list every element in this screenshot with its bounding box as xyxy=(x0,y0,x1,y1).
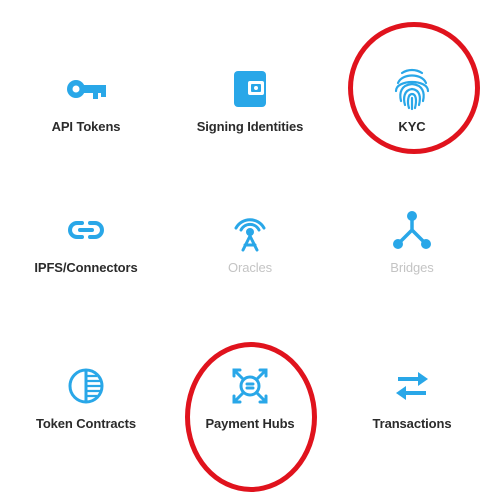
broadcast-tower-icon xyxy=(226,206,274,254)
network-fork-icon xyxy=(388,206,436,254)
tile-label: Transactions xyxy=(372,416,452,431)
tile-label: Signing Identities xyxy=(196,119,304,134)
tile-api-tokens[interactable]: API Tokens xyxy=(3,65,169,175)
tile-label: IPFS/Connectors xyxy=(34,260,138,275)
tile-label: KYC xyxy=(398,119,426,134)
key-icon xyxy=(62,65,110,113)
contract-circle-icon xyxy=(62,362,110,410)
fingerprint-icon xyxy=(388,65,436,113)
tile-label: API Tokens xyxy=(51,119,121,134)
tile-label: Oracles xyxy=(227,260,273,275)
tile-oracles[interactable]: Oracles xyxy=(167,206,333,316)
tile-ipfs-connectors[interactable]: IPFS/Connectors xyxy=(3,206,169,316)
link-icon xyxy=(62,206,110,254)
tile-kyc[interactable]: KYC xyxy=(329,65,495,175)
tile-label: Bridges xyxy=(390,260,434,275)
swap-arrows-icon xyxy=(388,362,436,410)
tile-transactions[interactable]: Transactions xyxy=(329,362,495,472)
tile-label: Payment Hubs xyxy=(205,416,295,431)
tile-payment-hubs[interactable]: Payment Hubs xyxy=(167,362,333,472)
tile-token-contracts[interactable]: Token Contracts xyxy=(3,362,169,472)
tile-signing-identities[interactable]: Signing Identities xyxy=(167,65,333,175)
tile-bridges[interactable]: Bridges xyxy=(329,206,495,316)
wallet-icon xyxy=(226,65,274,113)
tile-label: Token Contracts xyxy=(35,416,137,431)
payment-hub-icon xyxy=(226,362,274,410)
